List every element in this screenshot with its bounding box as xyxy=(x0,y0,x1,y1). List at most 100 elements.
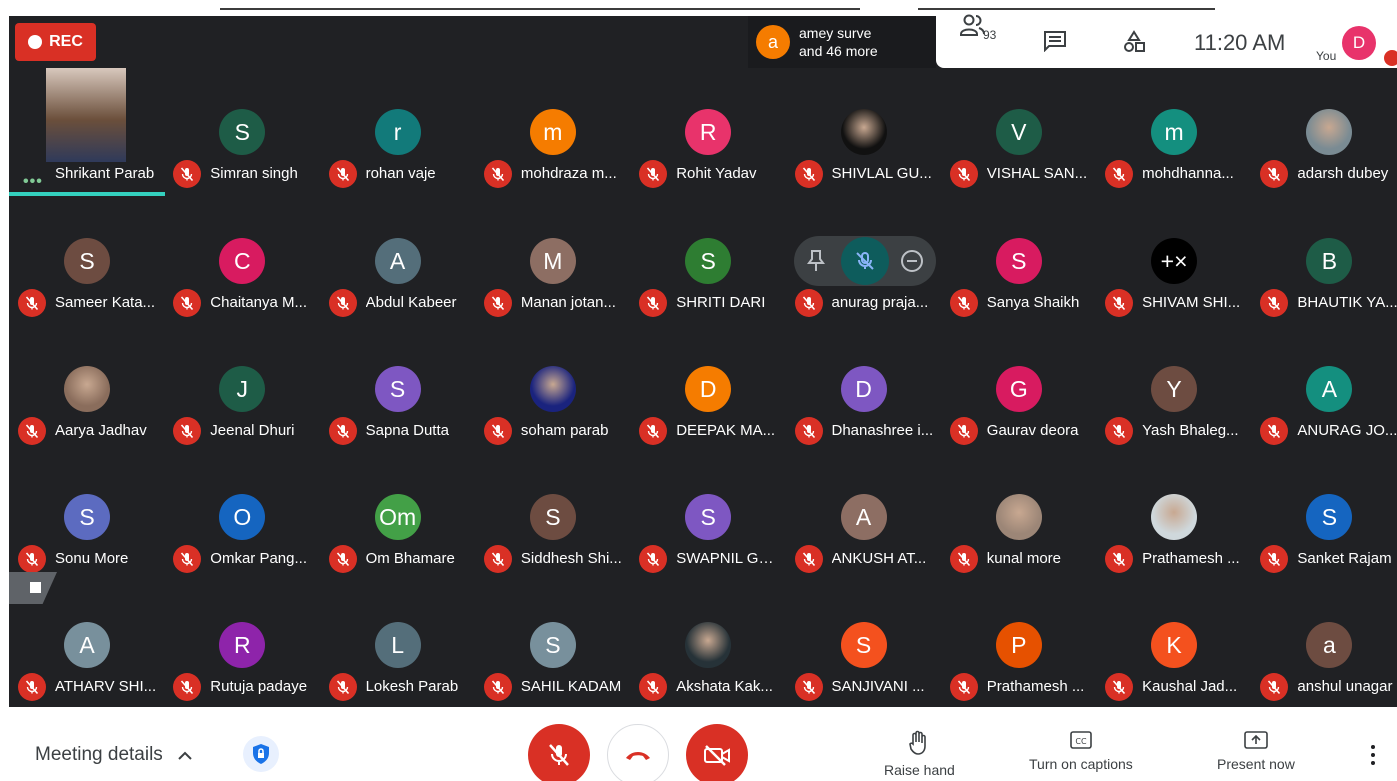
record-dot-icon xyxy=(28,35,43,49)
participant-avatar xyxy=(64,366,110,412)
participant-tile[interactable]: S SAHIL KADAM xyxy=(475,569,630,701)
participant-tile[interactable]: C Chaitanya M... xyxy=(164,185,319,317)
muted-mic-icon xyxy=(794,673,823,701)
participant-tile[interactable]: L Lokesh Parab xyxy=(320,569,475,701)
participant-tile[interactable]: S Sonu More xyxy=(9,441,164,573)
participant-tile[interactable]: Akshata Kak... xyxy=(630,569,785,701)
participant-name: BHAUTIK YA... xyxy=(1297,294,1397,311)
remove-icon[interactable] xyxy=(900,249,924,278)
participant-tile[interactable]: kunal more xyxy=(941,441,1096,573)
mute-participant-button[interactable] xyxy=(841,237,889,285)
muted-mic-icon xyxy=(483,673,512,701)
participant-avatar: C xyxy=(219,238,266,284)
participant-avatar: S xyxy=(529,494,576,540)
participant-avatar: Y xyxy=(1151,366,1198,412)
participant-name: SANJIVANI ... xyxy=(831,678,925,695)
meeting-details-button[interactable]: Meeting details xyxy=(35,744,193,766)
leave-call-button[interactable] xyxy=(607,724,669,781)
participant-name: Manan jotan... xyxy=(520,294,616,311)
participant-avatar: D xyxy=(840,366,887,412)
hang-up-icon xyxy=(626,752,650,760)
participant-tile[interactable]: A Abdul Kabeer xyxy=(320,185,475,317)
participant-tile[interactable]: Om Om Bhamare xyxy=(320,441,475,573)
muted-mic-icon xyxy=(18,673,46,701)
participant-avatar: m xyxy=(1151,109,1198,155)
top-strip xyxy=(0,0,1397,16)
participant-tile[interactable]: S Sanket Rajam xyxy=(1251,441,1397,573)
participant-tile[interactable]: S Siddhesh Shi... xyxy=(475,441,630,573)
participant-tile[interactable]: P Prathamesh ... xyxy=(941,569,1096,701)
security-shield-icon[interactable] xyxy=(243,736,279,772)
participant-tile[interactable]: S SHRITI DARI xyxy=(630,185,785,317)
speaker-name: amey surve xyxy=(799,25,872,41)
participant-tile[interactable]: soham parab xyxy=(475,313,630,445)
participant-avatar: D xyxy=(685,366,732,412)
microphone-toggle-button[interactable] xyxy=(528,724,590,781)
participant-tile[interactable]: S Simran singh xyxy=(164,56,319,188)
muted-mic-icon xyxy=(949,673,978,701)
participant-name: ANURAG JO... xyxy=(1297,422,1397,439)
participant-tile[interactable]: G Gaurav deora xyxy=(941,313,1096,445)
participant-tile[interactable]: SHIVLAL GU... xyxy=(786,56,941,188)
raise-hand-button[interactable]: Raise hand xyxy=(884,730,955,778)
participant-tile[interactable]: B BHAUTIK YA... xyxy=(1251,185,1397,317)
muted-mic-icon xyxy=(794,160,823,188)
hand-icon xyxy=(909,730,927,755)
activities-icon[interactable] xyxy=(1122,30,1146,59)
captions-button[interactable]: CC Turn on captions xyxy=(1029,730,1133,772)
participant-tile[interactable]: r rohan vaje xyxy=(320,56,475,188)
participant-tile[interactable]: A ANKUSH AT... xyxy=(786,441,941,573)
participant-tile[interactable]: ••• Shrikant Parab xyxy=(9,56,165,196)
muted-mic-icon xyxy=(1105,673,1134,701)
participant-name: rohan vaje xyxy=(365,165,436,182)
participant-avatar xyxy=(529,366,576,412)
participant-avatar: S xyxy=(64,494,110,540)
participant-tile[interactable]: K Kaushal Jad... xyxy=(1096,569,1251,701)
participant-tile[interactable]: O Omkar Pang... xyxy=(164,441,319,573)
participant-tile[interactable]: Prathamesh ... xyxy=(1096,441,1251,573)
participant-avatar: S xyxy=(685,238,732,284)
present-now-button[interactable]: Present now xyxy=(1217,730,1295,772)
participant-tile[interactable]: D DEEPAK MA... xyxy=(630,313,785,445)
participant-tile[interactable]: V VISHAL SAN... xyxy=(941,56,1096,188)
self-avatar[interactable]: D xyxy=(1342,26,1376,60)
participant-tile[interactable]: adarsh dubey xyxy=(1251,56,1397,188)
participant-avatar xyxy=(1151,494,1198,540)
participant-name: Yash Bhaleg... xyxy=(1142,422,1239,439)
participant-name: Rutuja padaye xyxy=(210,678,308,695)
more-options-icon[interactable] xyxy=(1364,740,1382,770)
participant-tile[interactable]: a anshul unagar xyxy=(1251,569,1397,701)
participant-tile[interactable]: R Rutuja padaye xyxy=(164,569,319,701)
participant-tile[interactable]: S Sameer Kata... xyxy=(9,185,164,317)
raise-hand-label: Raise hand xyxy=(884,762,955,778)
participant-tile[interactable]: S SWAPNIL GO... xyxy=(630,441,785,573)
pin-icon[interactable] xyxy=(806,249,826,278)
participant-tile[interactable]: S Sanya Shaikh xyxy=(941,185,1096,317)
chat-icon[interactable] xyxy=(1043,30,1067,57)
participant-avatar: S xyxy=(374,366,421,412)
participant-tile[interactable]: D Dhanashree i... xyxy=(786,313,941,445)
participant-tile[interactable]: m mohdhanna... xyxy=(1096,56,1251,188)
participant-name: Akshata Kak... xyxy=(676,678,773,695)
participant-tile[interactable]: S Sapna Dutta xyxy=(320,313,475,445)
participant-name: SHIVLAL GU... xyxy=(831,165,932,182)
participant-name: Gaurav deora xyxy=(986,422,1079,439)
participant-name: Siddhesh Shi... xyxy=(520,550,622,567)
participant-tile[interactable]: Y Yash Bhaleg... xyxy=(1096,313,1251,445)
camera-toggle-button[interactable] xyxy=(686,724,748,781)
participant-name: Sonu More xyxy=(55,550,129,567)
participant-avatar xyxy=(46,68,126,162)
participant-tile[interactable]: J Jeenal Dhuri xyxy=(164,313,319,445)
muted-mic-icon xyxy=(173,160,202,188)
participant-tile[interactable]: M Manan jotan... xyxy=(475,185,630,317)
participant-name: SAHIL KADAM xyxy=(520,678,622,695)
participant-tile[interactable]: R Rohit Yadav xyxy=(630,56,785,188)
participant-tile[interactable]: m mohdraza m... xyxy=(475,56,630,188)
participant-tile[interactable]: +× SHIVAM SHI... xyxy=(1096,185,1251,317)
muted-mic-icon xyxy=(639,673,668,701)
participant-tile[interactable]: A ANURAG JO... xyxy=(1251,313,1397,445)
present-icon xyxy=(1244,731,1268,749)
participant-tile[interactable]: Aarya Jadhav xyxy=(9,313,164,445)
muted-mic-icon xyxy=(328,673,357,701)
participant-tile[interactable]: S SANJIVANI ... xyxy=(786,569,941,701)
